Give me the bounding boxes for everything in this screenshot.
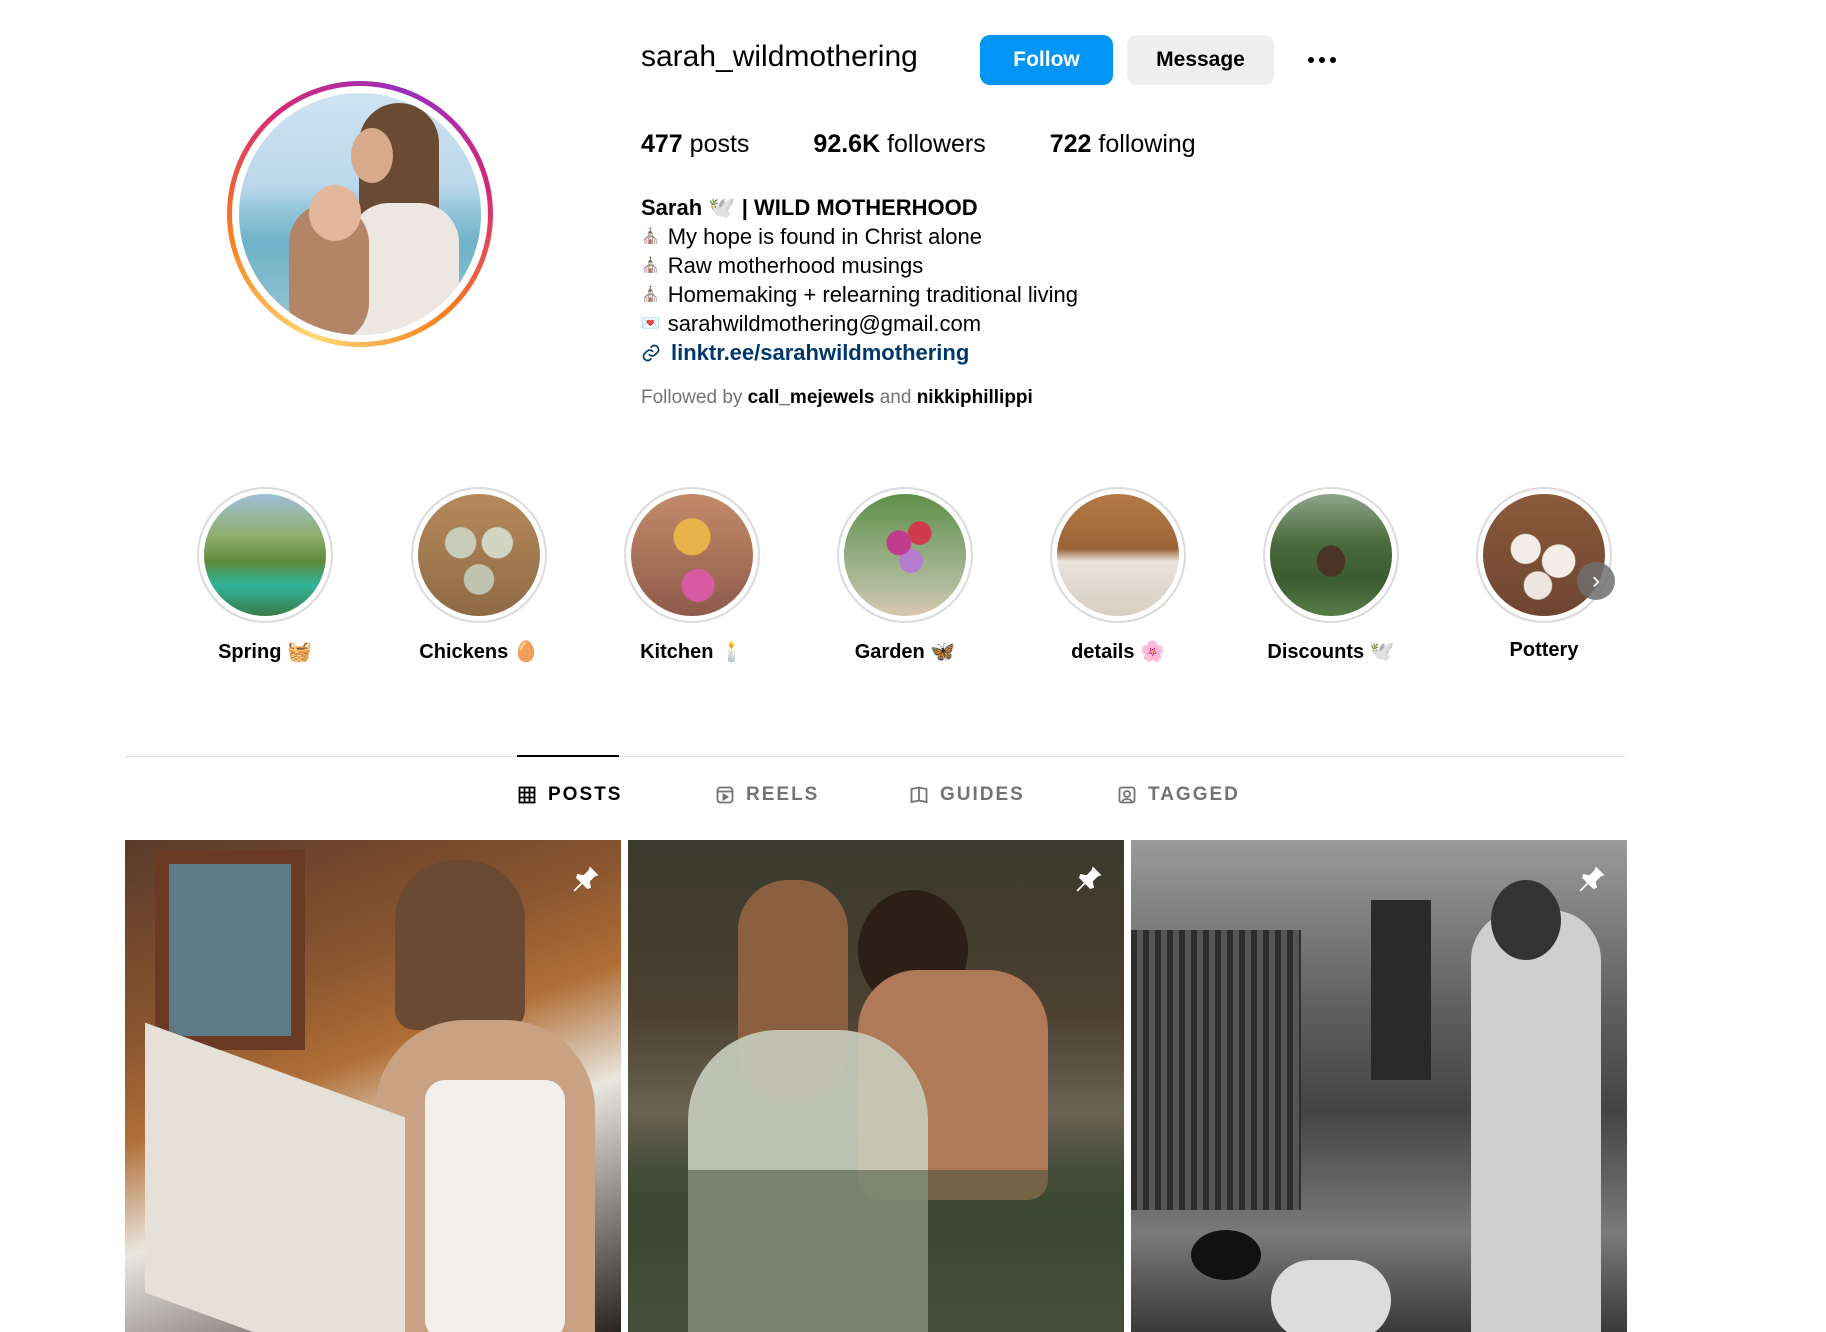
- link-icon: [642, 344, 660, 361]
- church-icon: ⛪: [641, 228, 660, 245]
- followers-count[interactable]: 92.6K followers: [813, 130, 985, 159]
- follower-link[interactable]: call_mejewels: [748, 387, 875, 408]
- reels-icon: [716, 786, 734, 804]
- more-options-icon[interactable]: [1300, 42, 1344, 78]
- tab-tagged[interactable]: TAGGED: [1118, 784, 1240, 806]
- highlight-garden[interactable]: Garden 🦋: [837, 487, 973, 664]
- highlight-discounts[interactable]: Discounts 🕊️: [1263, 487, 1399, 664]
- tagged-icon: [1118, 786, 1136, 804]
- chevron-right-icon[interactable]: ›: [1577, 562, 1615, 600]
- bio-line: 💌 sarahwildmothering@gmail.com: [641, 311, 982, 336]
- followed-by: Followed by call_mejewels and nikkiphill…: [641, 387, 1033, 408]
- highlight-cover: [631, 494, 753, 616]
- tab-guides[interactable]: GUIDES: [910, 784, 1025, 806]
- profile-stats: 477 posts 92.6K followers 722 following: [641, 130, 1260, 159]
- bio-line: ⛪ Homemaking + relearning traditional liv…: [641, 282, 1078, 307]
- pin-icon: [1579, 866, 1605, 892]
- highlight-label: Kitchen 🕯️: [640, 641, 744, 663]
- posts-count: 477 posts: [641, 130, 750, 158]
- bio-line: ⛪ My hope is found in Christ alone: [641, 224, 982, 249]
- highlight-label: Discounts 🕊️: [1267, 641, 1395, 663]
- post-thumbnail[interactable]: [628, 840, 1124, 1332]
- avatar-border: [232, 86, 488, 342]
- highlight-kitchen[interactable]: Kitchen 🕯️: [624, 487, 760, 664]
- highlight-details[interactable]: details 🌸: [1050, 487, 1186, 664]
- post-thumbnail[interactable]: [125, 840, 621, 1332]
- highlight-spring[interactable]: Spring 🧺: [197, 487, 333, 664]
- guides-icon: [910, 786, 928, 804]
- church-icon: ⛪: [641, 257, 660, 274]
- bio-link[interactable]: linktr.ee/sarahwildmothering: [641, 338, 1078, 367]
- message-button[interactable]: Message: [1127, 35, 1274, 85]
- following-count[interactable]: 722 following: [1050, 130, 1196, 159]
- bio-link-text[interactable]: linktr.ee/sarahwildmothering: [671, 338, 969, 367]
- highlight-cover: [1270, 494, 1392, 616]
- highlight-cover: [418, 494, 540, 616]
- tab-posts[interactable]: POSTS: [518, 784, 622, 806]
- church-icon: ⛪: [641, 286, 660, 303]
- highlight-label: Pottery: [1509, 639, 1579, 661]
- follower-link[interactable]: nikkiphillippi: [917, 387, 1033, 408]
- bio-line: ⛪ Raw motherhood musings: [641, 253, 924, 278]
- highlight-label: Spring 🧺: [218, 641, 312, 663]
- highlight-cover: [844, 494, 966, 616]
- profile-display-name: Sarah 🕊️ | WILD MOTHERHOOD: [641, 195, 978, 220]
- active-tab-indicator: [517, 755, 619, 757]
- highlight-chickens[interactable]: Chickens 🥚: [411, 487, 547, 664]
- avatar-photo: [239, 93, 481, 335]
- post-thumbnail[interactable]: [1131, 840, 1627, 1332]
- highlight-label: Chickens 🥚: [419, 641, 539, 663]
- pin-icon: [573, 866, 599, 892]
- tabs-divider: [125, 756, 1625, 757]
- grid-icon: [518, 786, 536, 804]
- highlight-cover: [204, 494, 326, 616]
- profile-avatar[interactable]: [227, 81, 493, 347]
- highlight-label: Garden 🦋: [854, 641, 956, 663]
- love-letter-icon: 💌: [641, 315, 660, 332]
- highlight-label: details 🌸: [1071, 641, 1165, 663]
- follow-button[interactable]: Follow: [980, 35, 1113, 85]
- profile-bio: Sarah 🕊️ | WILD MOTHERHOOD ⛪ My hope is f…: [641, 193, 1078, 367]
- pin-icon: [1076, 866, 1102, 892]
- highlight-cover: [1057, 494, 1179, 616]
- profile-username: sarah_wildmothering: [641, 40, 918, 73]
- tab-reels[interactable]: REELS: [716, 784, 819, 806]
